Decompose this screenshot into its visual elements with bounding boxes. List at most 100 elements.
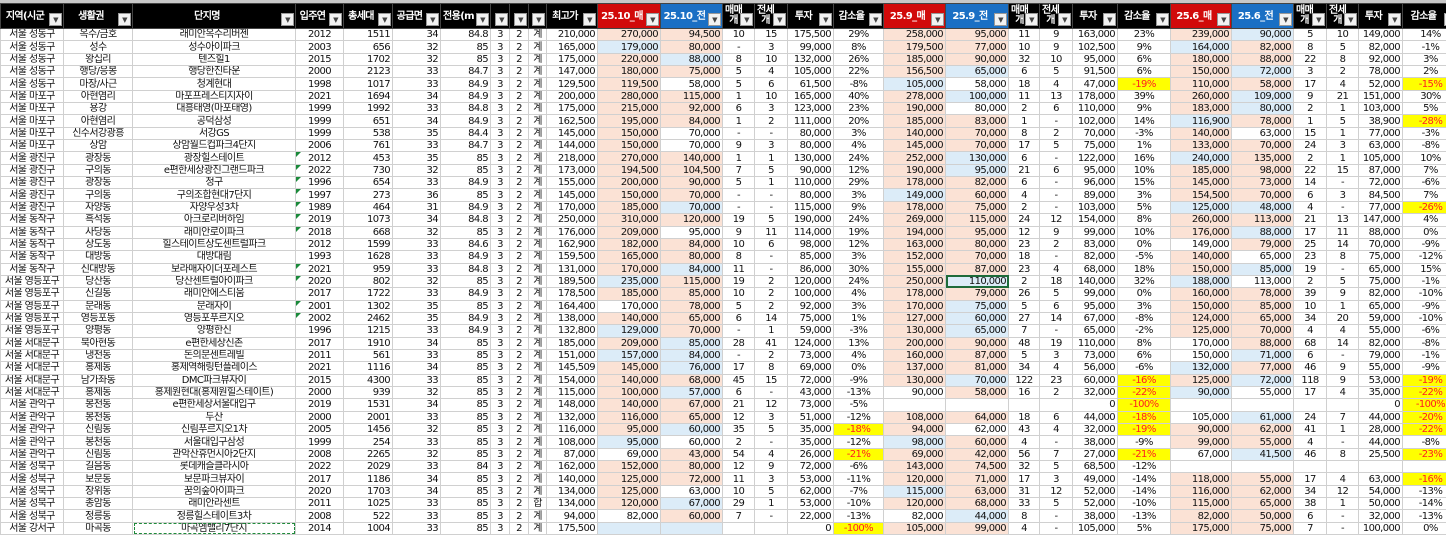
cell-oct-investment[interactable]: 123,000 [788, 103, 834, 115]
cell-oct-sale[interactable]: 165,000 [598, 251, 661, 263]
cell-sep-sale-count[interactable]: 56 [1009, 448, 1040, 460]
cell-supply-area[interactable]: 34 [393, 362, 441, 374]
cell-max-price[interactable]: 94,000 [547, 510, 598, 522]
cell-type[interactable]: 계 [529, 510, 547, 522]
cell-rooms[interactable]: 3 [491, 189, 510, 201]
cell-oct-jeonse-count[interactable]: 5 [755, 485, 788, 497]
filter-dropdown-icon[interactable]: ▼ [1312, 13, 1325, 26]
cell-move-in-year[interactable]: 2012 [296, 238, 344, 250]
cell-baths[interactable]: 2 [510, 263, 529, 275]
cell-jun-investment[interactable]: 63,000 [1359, 140, 1403, 152]
cell-complex-name[interactable]: e편한세상신촌 [133, 337, 296, 349]
cell-area[interactable]: 홍제동 [64, 362, 133, 374]
cell-jun-sale[interactable]: 140,000 [1171, 127, 1232, 139]
cell-sep-sale[interactable]: 250,000 [884, 275, 946, 287]
cell-sep-investment[interactable]: 75,000 [1073, 140, 1118, 152]
cell-jun-sale[interactable]: 180,000 [1171, 53, 1232, 65]
cell-oct-jeonse[interactable]: 57,000 [661, 386, 723, 398]
cell-oct-investment[interactable]: 175,500 [788, 29, 834, 41]
cell-oct-sale-count[interactable]: 5 [723, 66, 755, 78]
cell-jun-jeonse-count[interactable]: 5 [1327, 41, 1359, 53]
cell-total-units[interactable]: 656 [344, 41, 393, 53]
cell-region[interactable]: 서울 광진구 [1, 164, 64, 176]
cell-jun-investment[interactable]: 63,000 [1359, 473, 1403, 485]
cell-jun-jeonse[interactable]: 62,000 [1232, 424, 1294, 436]
cell-move-in-year[interactable]: 2011 [296, 349, 344, 361]
cell-jun-decline[interactable]: -6% [1403, 325, 1446, 337]
cell-jun-jeonse-count[interactable]: - [1327, 522, 1359, 534]
cell-baths[interactable]: 2 [510, 485, 529, 497]
cell-oct-jeonse[interactable]: 84,000 [661, 115, 723, 127]
cell-sep-jeonse-count[interactable]: 6 [1040, 164, 1073, 176]
cell-exclusive-area[interactable]: 85 [441, 337, 491, 349]
cell-move-in-year[interactable]: 2001 [296, 300, 344, 312]
cell-oct-decline[interactable]: -12% [834, 411, 884, 423]
cell-jun-sale[interactable]: 90,000 [1171, 386, 1232, 398]
cell-region[interactable]: 서울 동작구 [1, 238, 64, 250]
cell-sep-sale-count[interactable]: 6 [1009, 152, 1040, 164]
cell-jun-sale[interactable]: 118,000 [1171, 473, 1232, 485]
cell-baths[interactable]: 2 [510, 362, 529, 374]
cell-oct-decline[interactable]: -12% [834, 436, 884, 448]
cell-baths[interactable]: 2 [510, 53, 529, 65]
cell-move-in-year[interactable]: 2021 [296, 362, 344, 374]
cell-oct-jeonse-count[interactable]: 4 [755, 66, 788, 78]
cell-area[interactable]: 신림동 [64, 424, 133, 436]
cell-total-units[interactable]: 1910 [344, 337, 393, 349]
cell-sep-jeonse[interactable]: 60,000 [946, 436, 1009, 448]
cell-total-units[interactable]: 2462 [344, 312, 393, 324]
cell-oct-jeonse-count[interactable]: - [755, 189, 788, 201]
cell-type[interactable]: 계 [529, 53, 547, 65]
cell-sep-investment[interactable]: 102,000 [1073, 115, 1118, 127]
cell-jun-decline[interactable]: 2% [1403, 66, 1446, 78]
cell-move-in-year[interactable]: 1998 [296, 78, 344, 90]
cell-sep-jeonse-count[interactable]: 6 [1040, 411, 1073, 423]
cell-move-in-year[interactable]: 1996 [296, 177, 344, 189]
cell-jun-sale-count[interactable]: 6 [1294, 510, 1327, 522]
cell-sep-jeonse-count[interactable]: 9 [1040, 41, 1073, 53]
cell-exclusive-area[interactable]: 84.8 [441, 103, 491, 115]
cell-jun-jeonse-count[interactable]: 7 [1327, 411, 1359, 423]
cell-move-in-year[interactable]: 2000 [296, 386, 344, 398]
cell-oct-sale[interactable]: 152,000 [598, 461, 661, 473]
cell-complex-name[interactable]: 청구 [133, 177, 296, 189]
cell-oct-jeonse-count[interactable]: 6 [755, 238, 788, 250]
cell-max-price[interactable]: 132,000 [547, 411, 598, 423]
cell-jun-decline[interactable]: -20% [1403, 411, 1446, 423]
cell-type[interactable]: 계 [529, 337, 547, 349]
cell-oct-sale-count[interactable]: 5 [723, 78, 755, 90]
cell-jun-sale[interactable]: 145,000 [1171, 177, 1232, 189]
cell-jun-sale[interactable]: 132,000 [1171, 362, 1232, 374]
cell-max-price[interactable]: 145,509 [547, 362, 598, 374]
cell-max-price[interactable]: 155,000 [547, 177, 598, 189]
cell-oct-sale-count[interactable]: 45 [723, 374, 755, 386]
cell-sep-sale-count[interactable]: 5 [1009, 300, 1040, 312]
cell-jun-jeonse[interactable]: 48,000 [1232, 201, 1294, 213]
cell-sep-jeonse[interactable]: 60,000 [946, 312, 1009, 324]
cell-exclusive-area[interactable]: 85 [441, 473, 491, 485]
cell-oct-decline[interactable]: -18% [834, 424, 884, 436]
cell-jun-jeonse-count[interactable]: 5 [1327, 275, 1359, 287]
cell-exclusive-area[interactable]: 84.9 [441, 288, 491, 300]
cell-oct-sale-count[interactable]: 11 [723, 263, 755, 275]
cell-jun-jeonse[interactable]: 78,000 [1232, 288, 1294, 300]
cell-region[interactable]: 서울 광진구 [1, 177, 64, 189]
cell-oct-jeonse[interactable]: 140,000 [661, 152, 723, 164]
cell-jun-sale[interactable]: 150,000 [1171, 349, 1232, 361]
cell-complex-name[interactable]: 래미안옥수리버젠 [133, 29, 296, 41]
cell-sep-decline[interactable]: -19% [1118, 78, 1171, 90]
cell-oct-sale-count[interactable]: 8 [723, 251, 755, 263]
cell-jun-sale-count[interactable]: 6 [1294, 349, 1327, 361]
cell-supply-area[interactable]: 33 [393, 411, 441, 423]
cell-sep-jeonse-count[interactable]: 3 [1040, 473, 1073, 485]
cell-oct-investment[interactable]: 105,000 [788, 66, 834, 78]
cell-oct-sale[interactable]: 125,000 [598, 473, 661, 485]
cell-oct-sale-count[interactable]: 17 [723, 362, 755, 374]
cell-sep-sale[interactable]: 120,000 [884, 473, 946, 485]
spreadsheet-grid[interactable]: 지역(시군▼생활권▼단지명▼입주연▼총세대▼공급면▼전용(m▼▼▼▼최고가▼25… [0, 3, 1446, 535]
cell-rooms[interactable]: 3 [491, 214, 510, 226]
cell-sep-investment[interactable]: 68,000 [1073, 263, 1118, 275]
cell-sep-jeonse[interactable]: 68,000 [946, 498, 1009, 510]
cell-jun-decline[interactable]: 14% [1403, 29, 1446, 41]
cell-oct-investment[interactable]: 43,000 [788, 386, 834, 398]
